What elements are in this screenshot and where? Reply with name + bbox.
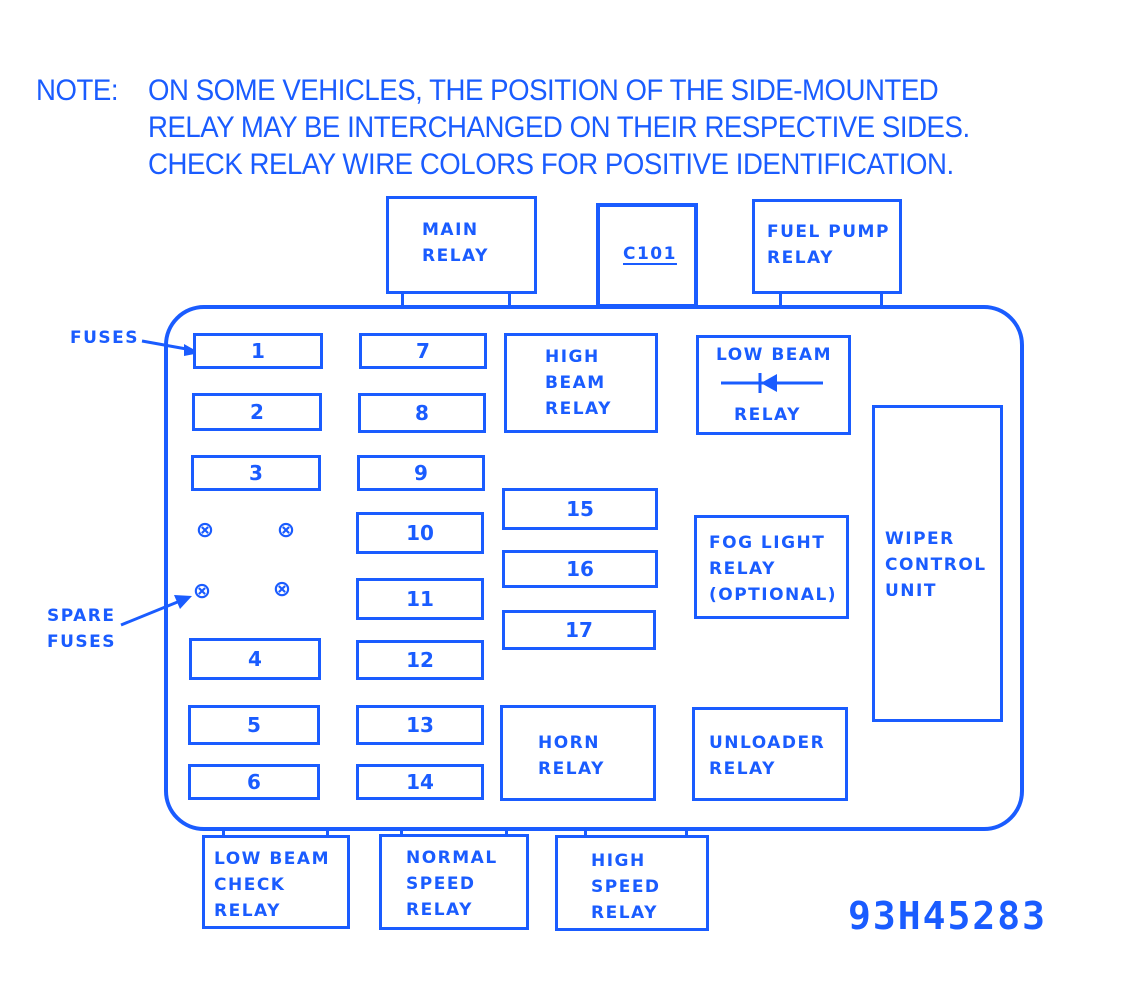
fuse-number: 9	[414, 461, 428, 485]
note-line-3: CHECK RELAY WIRE COLORS FOR POSITIVE IDE…	[148, 148, 954, 181]
fuse-3[interactable]: 3	[191, 455, 321, 491]
horn-relay: HORN RELAY	[500, 705, 656, 801]
low-beam-relay-label-top: LOW BEAM	[716, 345, 832, 365]
high-speed-relay-label: HIGH SPEED RELAY	[591, 851, 661, 923]
fog-light-relay: FOG LIGHT RELAY (OPTIONAL)	[694, 515, 849, 619]
fuse-14[interactable]: 14	[356, 764, 484, 800]
fuse-1[interactable]: 1	[193, 333, 323, 369]
fuse-number: 15	[566, 497, 594, 521]
fuse-9[interactable]: 9	[357, 455, 485, 491]
main-relay: MAIN RELAY	[386, 196, 537, 294]
fuse-number: 14	[406, 770, 434, 794]
spare-fuse-icon[interactable]: ⊗	[195, 520, 215, 542]
fuse-number: 6	[247, 770, 261, 794]
fuse-6[interactable]: 6	[188, 764, 320, 800]
low-beam-check-relay: LOW BEAM CHECK RELAY	[202, 835, 350, 929]
low-beam-relay-label-bottom: RELAY	[734, 405, 801, 425]
fuse-number: 7	[416, 339, 430, 363]
wiper-control-unit: WIPER CONTROL UNIT	[872, 405, 1003, 722]
spare-fuse-icon[interactable]: ⊗	[272, 579, 292, 601]
spare-fuse-icon[interactable]: ⊗	[192, 581, 212, 603]
low-beam-check-relay-label: LOW BEAM CHECK RELAY	[214, 849, 330, 921]
fuel-pump-relay-label: FUEL PUMP RELAY	[767, 222, 890, 268]
fuse-12[interactable]: 12	[356, 640, 484, 680]
fog-light-relay-label: FOG LIGHT RELAY (OPTIONAL)	[709, 533, 838, 605]
fuses-callout: FUSES	[70, 328, 140, 348]
fuse-16[interactable]: 16	[502, 550, 658, 588]
main-relay-label: MAIN RELAY	[422, 220, 489, 266]
diagram-code: 93H45283	[848, 894, 1048, 938]
note-line-1: ON SOME VEHICLES, THE POSITION OF THE SI…	[148, 74, 939, 107]
low-beam-relay: LOW BEAM RELAY	[696, 335, 851, 435]
normal-speed-relay-label: NORMAL SPEED RELAY	[406, 848, 498, 920]
fuse-5[interactable]: 5	[188, 705, 320, 745]
fuse-number: 16	[566, 557, 594, 581]
fuse-number: 2	[250, 400, 264, 424]
fuse-2[interactable]: 2	[192, 393, 322, 431]
unloader-relay-label: UNLOADER RELAY	[709, 733, 826, 779]
unloader-relay: UNLOADER RELAY	[692, 707, 848, 801]
fuse-4[interactable]: 4	[189, 638, 321, 680]
fuse-11[interactable]: 11	[356, 578, 484, 620]
fuse-15[interactable]: 15	[502, 488, 658, 530]
fuel-pump-relay: FUEL PUMP RELAY	[752, 199, 902, 294]
fuse-number: 12	[406, 648, 434, 672]
fuse-10[interactable]: 10	[356, 512, 484, 554]
fuse-8[interactable]: 8	[358, 393, 486, 433]
fuse-number: 3	[249, 461, 263, 485]
connector-label: C101	[623, 244, 677, 264]
wiper-control-unit-label: WIPER CONTROL UNIT	[885, 529, 987, 601]
fuse-number: 8	[415, 401, 429, 425]
spare-fuses-callout: SPARE FUSES	[47, 606, 117, 652]
fuse-number: 17	[565, 618, 593, 642]
horn-relay-label: HORN RELAY	[538, 733, 605, 779]
fuse-number: 4	[248, 647, 262, 671]
fuse-7[interactable]: 7	[359, 333, 487, 369]
fuse-17[interactable]: 17	[502, 610, 656, 650]
connector-c101-overlay: C101	[596, 203, 698, 308]
fuse-number: 13	[406, 713, 434, 737]
fuse-number: 1	[251, 339, 265, 363]
high-beam-relay: HIGH BEAM RELAY	[504, 333, 658, 433]
note-prefix: NOTE:	[36, 74, 119, 107]
high-speed-relay: HIGH SPEED RELAY	[555, 835, 709, 931]
high-beam-relay-label: HIGH BEAM RELAY	[545, 347, 612, 419]
fuse-13[interactable]: 13	[356, 705, 484, 745]
normal-speed-relay: NORMAL SPEED RELAY	[379, 834, 529, 930]
diode-icon	[721, 373, 823, 393]
fuse-number: 11	[406, 587, 434, 611]
fuse-number: 10	[406, 521, 434, 545]
spare-fuses-arrow-icon	[120, 595, 192, 627]
fuse-number: 5	[247, 713, 261, 737]
spare-fuse-icon[interactable]: ⊗	[276, 520, 296, 542]
note-line-2: RELAY MAY BE INTERCHANGED ON THEIR RESPE…	[148, 111, 970, 144]
